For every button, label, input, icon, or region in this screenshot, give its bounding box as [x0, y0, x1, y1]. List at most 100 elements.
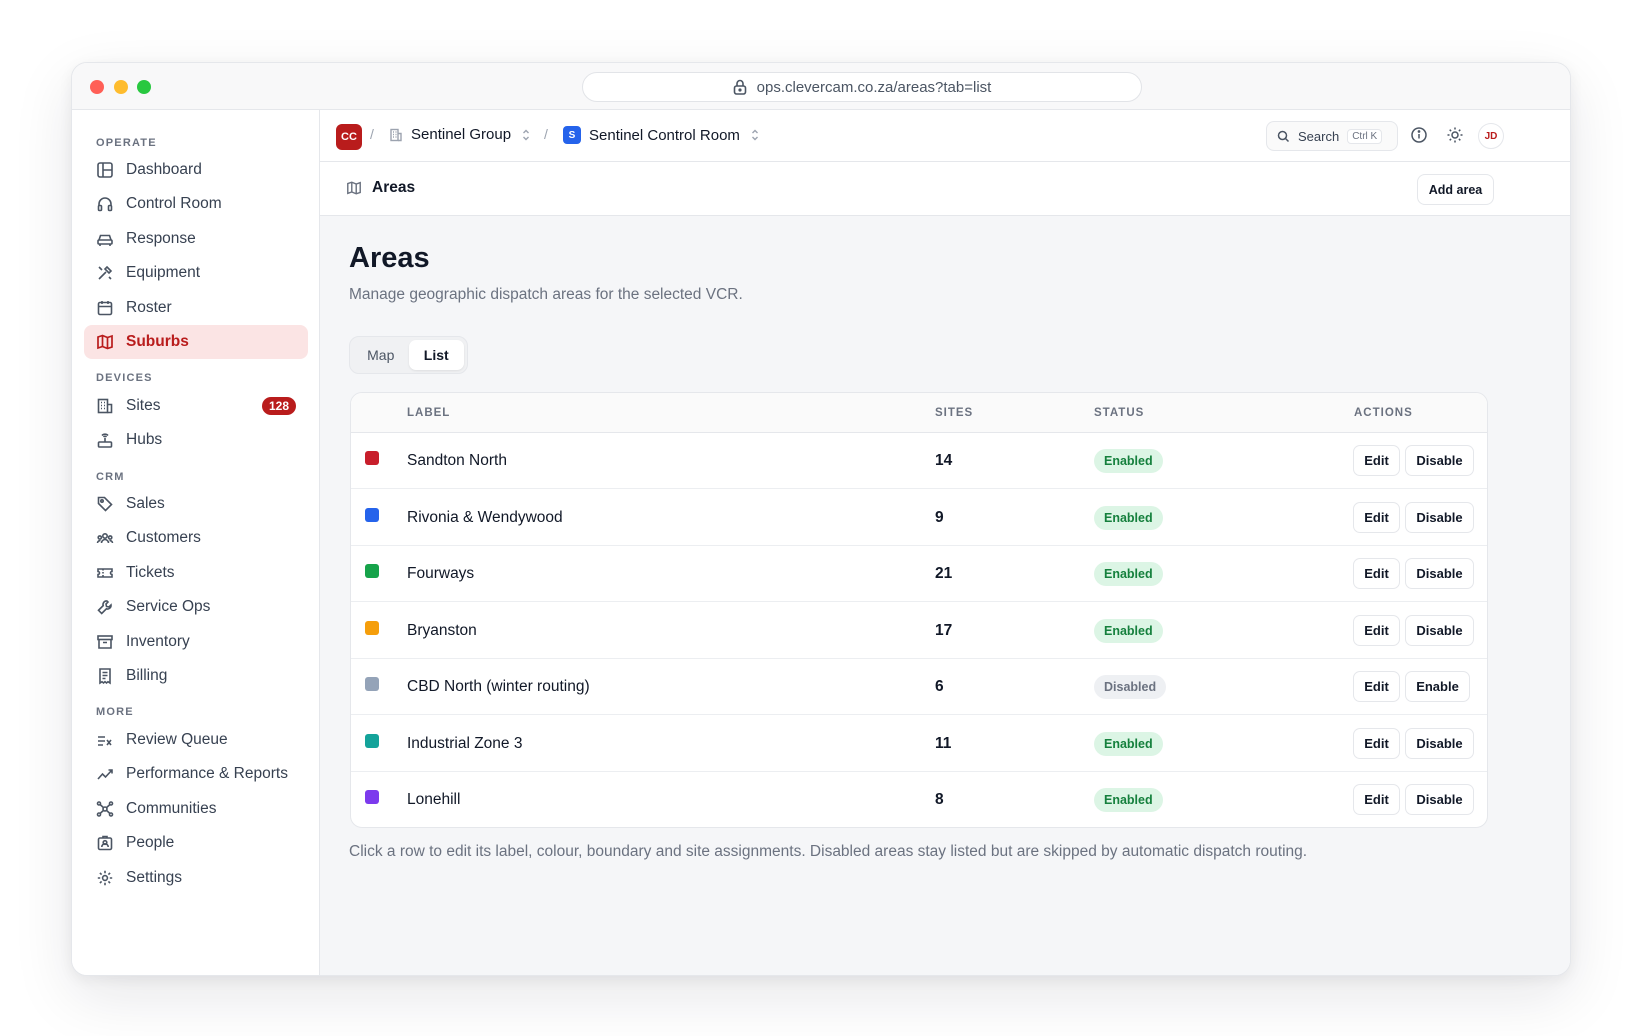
sidebar-item-inventory[interactable]: Inventory: [84, 625, 308, 659]
sidebar-item-label: Sites: [126, 397, 161, 414]
page-subtitle: Manage geographic dispatch areas for the…: [349, 286, 743, 303]
map-icon: [346, 180, 362, 196]
chevron-up-down-icon: [521, 128, 531, 142]
sidebar-item-billing[interactable]: Billing: [84, 659, 308, 693]
sidebar-item-people[interactable]: People: [84, 826, 308, 860]
table-row[interactable]: CBD North (winter routing) 6 Disabled Edit E…: [351, 659, 1487, 715]
table-row[interactable]: Industrial Zone 3 11 Enabled Edit Disable: [351, 716, 1487, 772]
sidebar-item-label: Service Ops: [126, 598, 211, 615]
area-site-count: 11: [935, 734, 952, 752]
page-header: Areas Add area: [320, 162, 1570, 216]
status-badge: Enabled: [1094, 505, 1163, 530]
table-row[interactable]: Fourways 21 Enabled Edit Disable: [351, 546, 1487, 602]
edit-area-button[interactable]: Edit: [1353, 445, 1400, 476]
tab-list[interactable]: List: [408, 340, 464, 370]
area-site-count: 21: [935, 565, 953, 582]
table-row[interactable]: Rivonia & Wendywood 9 Enabled Edit Disable: [351, 490, 1487, 546]
area-color-swatch: [365, 677, 379, 691]
disable-area-button[interactable]: Disable: [1405, 445, 1474, 476]
sidebar-item-tickets[interactable]: Tickets: [84, 556, 308, 590]
area-site-count: 14: [935, 452, 953, 469]
sidebar-item-roster[interactable]: Roster: [84, 291, 308, 325]
area-color-swatch: [365, 733, 379, 748]
sidebar-item-service-ops[interactable]: Service Ops: [84, 590, 308, 624]
user-avatar[interactable]: JD: [1478, 123, 1504, 149]
address-bar[interactable]: ops.clevercam.co.za/areas?tab=list: [582, 72, 1142, 102]
network-icon: [96, 800, 114, 818]
table-row[interactable]: Sandton North 14 Enabled Edit Disable: [351, 433, 1487, 489]
org-switcher[interactable]: Sentinel Group: [389, 126, 531, 143]
minimize-window-button[interactable]: [114, 80, 128, 94]
sidebar-item-label: Communities: [126, 800, 217, 817]
sidebar-item-equipment[interactable]: Equipment: [84, 256, 308, 290]
table-header: LABEL SITES STATUS ACTIONS: [351, 393, 1487, 433]
disable-area-button[interactable]: Disable: [1405, 727, 1474, 759]
section-label-operate: OPERATE: [96, 137, 157, 149]
tab-map[interactable]: Map: [353, 340, 409, 370]
disable-area-button[interactable]: Disable: [1405, 558, 1474, 589]
layout-icon: [96, 161, 114, 179]
org-logo-button[interactable]: CC: [336, 124, 362, 150]
maximize-window-button[interactable]: [137, 80, 151, 94]
area-label: Fourways: [407, 565, 475, 582]
sidebar-item-control-room[interactable]: Control Room: [84, 187, 308, 221]
table-row[interactable]: Lonehill 8 Enabled Edit Disable: [351, 772, 1487, 827]
area-site-count: 9: [935, 508, 944, 526]
disable-area-button[interactable]: Disable: [1405, 784, 1474, 815]
area-site-count: 6: [935, 678, 944, 695]
sidebar-item-customers[interactable]: Customers: [84, 521, 308, 555]
sidebar-item-label: Customers: [126, 529, 201, 546]
sidebar-item-response[interactable]: Response: [84, 222, 308, 256]
wrench-icon: [96, 598, 114, 616]
sidebar-item-label: Control Room: [126, 195, 222, 212]
sidebar-item-performance-reports[interactable]: Performance & Reports: [84, 757, 308, 791]
edit-area-button[interactable]: Edit: [1353, 727, 1400, 759]
disable-area-button[interactable]: Disable: [1405, 501, 1474, 533]
area-color-swatch: [365, 790, 379, 804]
edit-area-button[interactable]: Edit: [1353, 784, 1400, 815]
sidebar-item-hubs[interactable]: Hubs: [84, 423, 308, 457]
tag-icon: [96, 495, 114, 513]
building-icon: [389, 128, 403, 142]
org-name: Sentinel Group: [411, 126, 512, 143]
sidebar-item-label: Billing: [126, 667, 168, 684]
edit-area-button[interactable]: Edit: [1353, 671, 1400, 702]
archive-icon: [96, 633, 114, 651]
room-logo: S: [563, 126, 581, 144]
enable-area-button[interactable]: Enable: [1405, 671, 1470, 702]
breadcrumb-separator: /: [544, 126, 548, 142]
disable-area-button[interactable]: Disable: [1405, 614, 1474, 646]
area-label: Rivonia & Wendywood: [407, 508, 563, 526]
breadcrumb-separator: /: [370, 126, 374, 142]
map-icon: [96, 333, 114, 351]
table-row[interactable]: Bryanston 17 Enabled Edit Disable: [351, 603, 1487, 659]
section-label-devices: DEVICES: [96, 372, 153, 384]
column-header-label: LABEL: [407, 407, 451, 419]
info-icon[interactable]: [1410, 126, 1428, 144]
sidebar-item-sites[interactable]: Sites 128: [84, 389, 308, 423]
theme-toggle-sun-icon[interactable]: [1446, 126, 1464, 144]
id-badge-icon: [96, 834, 114, 852]
edit-area-button[interactable]: Edit: [1353, 614, 1400, 646]
sidebar-item-label: Review Queue: [126, 731, 228, 748]
tools-icon: [96, 264, 114, 282]
control-room-switcher[interactable]: S Sentinel Control Room: [563, 126, 760, 144]
page-header-label: Areas: [372, 179, 416, 196]
headset-icon: [96, 195, 114, 213]
sidebar-item-sales[interactable]: Sales: [84, 487, 308, 521]
search-button[interactable]: Search Ctrl K: [1266, 121, 1398, 151]
room-name: Sentinel Control Room: [589, 126, 740, 144]
section-label-more: MORE: [96, 706, 134, 718]
main-content: CC / Sentinel Group / S Sentinel Control…: [320, 110, 1570, 975]
sidebar-item-suburbs[interactable]: Suburbs: [84, 325, 308, 359]
add-area-button[interactable]: Add area: [1417, 174, 1494, 205]
sidebar-item-settings[interactable]: Settings: [84, 861, 308, 895]
area-label: Lonehill: [407, 791, 461, 808]
top-bar: CC / Sentinel Group / S Sentinel Control…: [320, 110, 1570, 162]
edit-area-button[interactable]: Edit: [1353, 558, 1400, 589]
sidebar-item-communities[interactable]: Communities: [84, 792, 308, 826]
sidebar-item-dashboard[interactable]: Dashboard: [84, 153, 308, 187]
edit-area-button[interactable]: Edit: [1353, 501, 1400, 533]
close-window-button[interactable]: [90, 80, 104, 94]
sidebar-item-review-queue[interactable]: Review Queue: [84, 723, 308, 757]
